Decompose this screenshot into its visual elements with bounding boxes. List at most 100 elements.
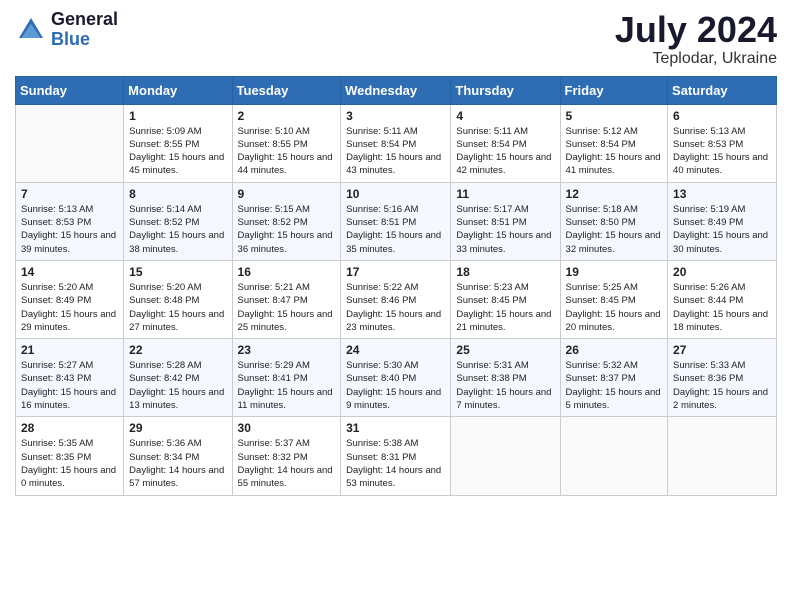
daylight-label: Daylight: 15 hours and 32 minutes. xyxy=(566,230,661,254)
daylight-label: Daylight: 15 hours and 41 minutes. xyxy=(566,152,661,176)
day-info: Sunrise: 5:16 AM Sunset: 8:51 PM Dayligh… xyxy=(346,203,445,256)
day-cell xyxy=(560,417,668,495)
day-number: 14 xyxy=(21,265,118,279)
sunrise-label: Sunrise: 5:20 AM xyxy=(129,282,201,293)
sunset-label: Sunset: 8:35 PM xyxy=(21,452,91,463)
day-info: Sunrise: 5:20 AM Sunset: 8:48 PM Dayligh… xyxy=(129,281,226,334)
day-info: Sunrise: 5:13 AM Sunset: 8:53 PM Dayligh… xyxy=(673,125,771,178)
sunrise-label: Sunrise: 5:33 AM xyxy=(673,360,745,371)
week-row-3: 14 Sunrise: 5:20 AM Sunset: 8:49 PM Dayl… xyxy=(16,260,777,338)
daylight-label: Daylight: 15 hours and 29 minutes. xyxy=(21,309,116,333)
logo: General Blue xyxy=(15,10,118,50)
sunrise-label: Sunrise: 5:21 AM xyxy=(238,282,310,293)
day-info: Sunrise: 5:13 AM Sunset: 8:53 PM Dayligh… xyxy=(21,203,118,256)
day-info: Sunrise: 5:11 AM Sunset: 8:54 PM Dayligh… xyxy=(346,125,445,178)
day-number: 26 xyxy=(566,343,663,357)
daylight-label: Daylight: 15 hours and 2 minutes. xyxy=(673,387,768,411)
sunset-label: Sunset: 8:38 PM xyxy=(456,373,526,384)
sunrise-label: Sunrise: 5:11 AM xyxy=(346,126,418,137)
col-saturday: Saturday xyxy=(668,76,777,104)
title-location: Teplodar, Ukraine xyxy=(615,50,777,68)
col-wednesday: Wednesday xyxy=(341,76,451,104)
daylight-label: Daylight: 14 hours and 53 minutes. xyxy=(346,465,441,489)
sunset-label: Sunset: 8:54 PM xyxy=(456,139,526,150)
daylight-label: Daylight: 15 hours and 43 minutes. xyxy=(346,152,441,176)
sunrise-label: Sunrise: 5:31 AM xyxy=(456,360,528,371)
day-info: Sunrise: 5:26 AM Sunset: 8:44 PM Dayligh… xyxy=(673,281,771,334)
day-cell: 15 Sunrise: 5:20 AM Sunset: 8:48 PM Dayl… xyxy=(124,260,232,338)
title-month: July 2024 xyxy=(615,10,777,50)
daylight-label: Daylight: 15 hours and 42 minutes. xyxy=(456,152,551,176)
header: General Blue July 2024 Teplodar, Ukraine xyxy=(15,10,777,68)
day-number: 8 xyxy=(129,187,226,201)
sunset-label: Sunset: 8:45 PM xyxy=(566,295,636,306)
day-info: Sunrise: 5:31 AM Sunset: 8:38 PM Dayligh… xyxy=(456,359,554,412)
day-cell: 10 Sunrise: 5:16 AM Sunset: 8:51 PM Dayl… xyxy=(341,182,451,260)
day-number: 13 xyxy=(673,187,771,201)
daylight-label: Daylight: 15 hours and 9 minutes. xyxy=(346,387,441,411)
day-cell xyxy=(668,417,777,495)
sunrise-label: Sunrise: 5:13 AM xyxy=(673,126,745,137)
sunrise-label: Sunrise: 5:27 AM xyxy=(21,360,93,371)
day-info: Sunrise: 5:30 AM Sunset: 8:40 PM Dayligh… xyxy=(346,359,445,412)
day-info: Sunrise: 5:20 AM Sunset: 8:49 PM Dayligh… xyxy=(21,281,118,334)
sunrise-label: Sunrise: 5:29 AM xyxy=(238,360,310,371)
day-cell xyxy=(16,104,124,182)
day-cell: 3 Sunrise: 5:11 AM Sunset: 8:54 PM Dayli… xyxy=(341,104,451,182)
sunrise-label: Sunrise: 5:12 AM xyxy=(566,126,638,137)
day-info: Sunrise: 5:21 AM Sunset: 8:47 PM Dayligh… xyxy=(238,281,336,334)
day-info: Sunrise: 5:35 AM Sunset: 8:35 PM Dayligh… xyxy=(21,437,118,490)
sunset-label: Sunset: 8:31 PM xyxy=(346,452,416,463)
day-number: 28 xyxy=(21,421,118,435)
day-number: 23 xyxy=(238,343,336,357)
daylight-label: Daylight: 15 hours and 45 minutes. xyxy=(129,152,224,176)
day-number: 9 xyxy=(238,187,336,201)
day-info: Sunrise: 5:14 AM Sunset: 8:52 PM Dayligh… xyxy=(129,203,226,256)
daylight-label: Daylight: 15 hours and 38 minutes. xyxy=(129,230,224,254)
day-cell: 1 Sunrise: 5:09 AM Sunset: 8:55 PM Dayli… xyxy=(124,104,232,182)
sunset-label: Sunset: 8:41 PM xyxy=(238,373,308,384)
day-cell: 13 Sunrise: 5:19 AM Sunset: 8:49 PM Dayl… xyxy=(668,182,777,260)
day-number: 12 xyxy=(566,187,663,201)
day-number: 18 xyxy=(456,265,554,279)
day-number: 2 xyxy=(238,109,336,123)
logo-text: General Blue xyxy=(51,10,118,50)
daylight-label: Daylight: 15 hours and 11 minutes. xyxy=(238,387,333,411)
day-cell: 26 Sunrise: 5:32 AM Sunset: 8:37 PM Dayl… xyxy=(560,339,668,417)
sunrise-label: Sunrise: 5:17 AM xyxy=(456,204,528,215)
title-block: July 2024 Teplodar, Ukraine xyxy=(615,10,777,68)
day-cell: 20 Sunrise: 5:26 AM Sunset: 8:44 PM Dayl… xyxy=(668,260,777,338)
day-number: 5 xyxy=(566,109,663,123)
day-cell: 24 Sunrise: 5:30 AM Sunset: 8:40 PM Dayl… xyxy=(341,339,451,417)
day-cell: 11 Sunrise: 5:17 AM Sunset: 8:51 PM Dayl… xyxy=(451,182,560,260)
sunset-label: Sunset: 8:52 PM xyxy=(129,217,199,228)
day-number: 11 xyxy=(456,187,554,201)
day-cell: 28 Sunrise: 5:35 AM Sunset: 8:35 PM Dayl… xyxy=(16,417,124,495)
day-cell: 18 Sunrise: 5:23 AM Sunset: 8:45 PM Dayl… xyxy=(451,260,560,338)
day-number: 29 xyxy=(129,421,226,435)
sunrise-label: Sunrise: 5:23 AM xyxy=(456,282,528,293)
daylight-label: Daylight: 15 hours and 33 minutes. xyxy=(456,230,551,254)
day-cell: 2 Sunrise: 5:10 AM Sunset: 8:55 PM Dayli… xyxy=(232,104,341,182)
logo-icon xyxy=(15,14,47,46)
sunrise-label: Sunrise: 5:11 AM xyxy=(456,126,528,137)
sunset-label: Sunset: 8:50 PM xyxy=(566,217,636,228)
sunset-label: Sunset: 8:55 PM xyxy=(129,139,199,150)
col-thursday: Thursday xyxy=(451,76,560,104)
sunset-label: Sunset: 8:37 PM xyxy=(566,373,636,384)
day-info: Sunrise: 5:28 AM Sunset: 8:42 PM Dayligh… xyxy=(129,359,226,412)
day-cell: 17 Sunrise: 5:22 AM Sunset: 8:46 PM Dayl… xyxy=(341,260,451,338)
day-number: 6 xyxy=(673,109,771,123)
day-cell: 31 Sunrise: 5:38 AM Sunset: 8:31 PM Dayl… xyxy=(341,417,451,495)
logo-blue-text: Blue xyxy=(51,30,118,50)
daylight-label: Daylight: 15 hours and 7 minutes. xyxy=(456,387,551,411)
day-cell: 23 Sunrise: 5:29 AM Sunset: 8:41 PM Dayl… xyxy=(232,339,341,417)
day-info: Sunrise: 5:27 AM Sunset: 8:43 PM Dayligh… xyxy=(21,359,118,412)
day-number: 7 xyxy=(21,187,118,201)
sunset-label: Sunset: 8:54 PM xyxy=(346,139,416,150)
day-number: 31 xyxy=(346,421,445,435)
sunset-label: Sunset: 8:51 PM xyxy=(456,217,526,228)
day-info: Sunrise: 5:11 AM Sunset: 8:54 PM Dayligh… xyxy=(456,125,554,178)
day-info: Sunrise: 5:17 AM Sunset: 8:51 PM Dayligh… xyxy=(456,203,554,256)
sunset-label: Sunset: 8:42 PM xyxy=(129,373,199,384)
